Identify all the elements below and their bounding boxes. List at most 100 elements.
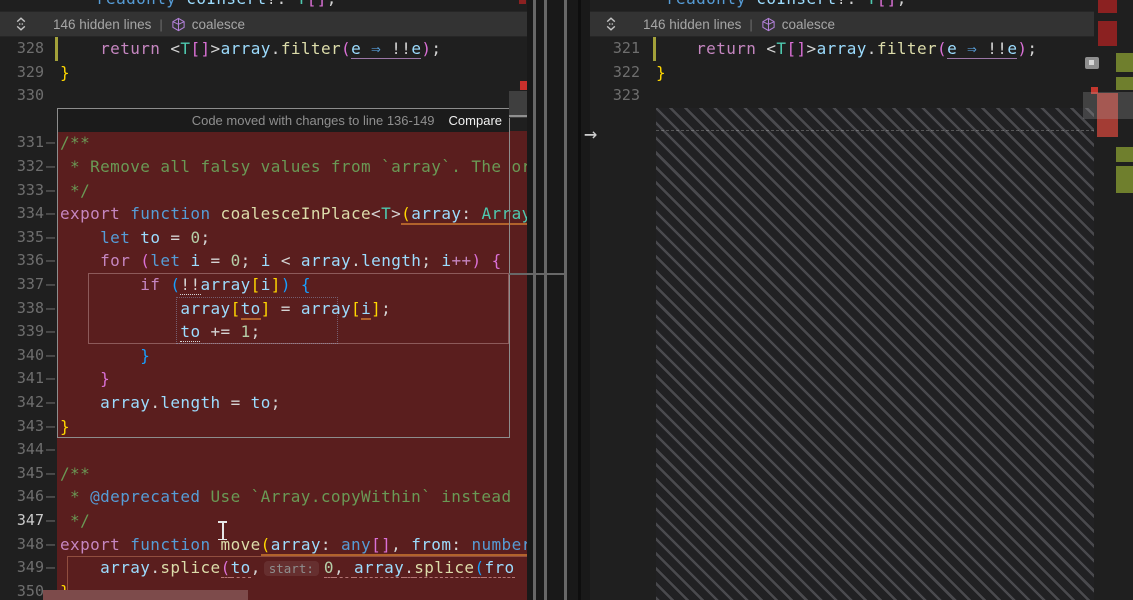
overview-red-block: [1098, 21, 1117, 46]
code-token: array: [817, 39, 867, 58]
line-number: 328: [0, 37, 44, 61]
clipped-token: ;: [897, 0, 907, 8]
overview-red-marker-top: [519, 0, 526, 4]
clipped-code-line: readonly coInsert?: T[];: [96, 0, 516, 11]
clipped-token: readonly: [96, 0, 186, 8]
code-token: [957, 39, 967, 59]
scrollbar-light-mark: [509, 115, 527, 117]
line-number: 350: [0, 580, 44, 600]
hidden-lines-bar[interactable]: 146 hidden lines | coalesce: [590, 11, 1097, 37]
code-line[interactable]: 323: [590, 84, 1133, 108]
code-token: /**: [60, 464, 90, 483]
code-text: /**: [60, 462, 90, 486]
code-token: return: [100, 39, 170, 58]
modified-gutter-marker: [55, 37, 58, 61]
inline-delete-highlight: [43, 590, 248, 600]
code-token: e: [351, 39, 361, 59]
code-line[interactable]: 347– */: [0, 509, 527, 533]
compare-link[interactable]: Compare: [449, 113, 502, 128]
scrollbar-slider[interactable]: [509, 91, 527, 118]
deleted-line-dash: –: [46, 533, 55, 557]
viewport-indicator[interactable]: [1083, 92, 1133, 119]
clipped-token: coInsert: [186, 0, 266, 8]
code-token: ;: [431, 39, 441, 58]
deleted-line-background: [57, 509, 527, 533]
code-token: (: [937, 39, 947, 58]
code-token: []: [786, 39, 806, 58]
line-number: 321: [590, 37, 640, 61]
deleted-line-dash: –: [46, 202, 55, 226]
diff-editor-modified[interactable]: readonly coInsert?: T[]; 146 hidden line…: [590, 0, 1133, 600]
code-token: function: [130, 535, 220, 554]
hidden-lines-label: 146 hidden lines: [643, 17, 741, 32]
code-token: [381, 39, 391, 59]
ruler-handle-icon[interactable]: [1085, 57, 1099, 69]
moved-code-connector-line: [533, 0, 536, 600]
deleted-line-dash: –: [46, 367, 55, 391]
code-token: export: [60, 535, 130, 554]
code-line[interactable]: 344–: [0, 438, 527, 462]
code-token: *: [60, 487, 90, 506]
code-token: from: [411, 535, 451, 556]
line-number: 345: [0, 462, 44, 486]
code-line[interactable]: 329}: [0, 61, 527, 85]
line-number: 336: [0, 249, 44, 273]
moved-change-subbox: [176, 297, 338, 344]
line-number: 333: [0, 179, 44, 203]
code-token: .: [271, 39, 281, 58]
code-token: [977, 39, 987, 59]
line-number: 346: [0, 485, 44, 509]
code-text: return <T[]>array.filter(e ⇒ !!e);: [60, 37, 441, 61]
code-token: []: [190, 39, 210, 58]
unfold-icon[interactable]: [13, 16, 29, 32]
code-token: any: [341, 535, 371, 556]
code-token: array: [221, 39, 271, 58]
line-number: 335: [0, 226, 44, 250]
code-line[interactable]: 330: [0, 84, 527, 108]
code-token: !!: [391, 39, 411, 59]
code-line[interactable]: 346– * @deprecated Use `Array.copyWithin…: [0, 485, 527, 509]
code-token: >: [807, 39, 817, 58]
code-line[interactable]: 348–export function move(array: any[], f…: [0, 533, 527, 557]
moved-code-connector-line: [564, 0, 567, 600]
overview-ruler[interactable]: [1094, 0, 1133, 600]
diff-editor-original[interactable]: readonly coInsert?: T[]; 146 hidden line…: [0, 0, 527, 600]
line-number: 334: [0, 202, 44, 226]
hidden-lines-bar[interactable]: 146 hidden lines | coalesce: [0, 11, 527, 37]
separator: |: [749, 17, 752, 32]
code-line[interactable]: 328 return <T[]>array.filter(e ⇒ !!e);: [0, 37, 527, 61]
deleted-line-dash: –: [46, 179, 55, 203]
code-line[interactable]: 322}: [590, 61, 1133, 85]
code-token: }: [656, 63, 666, 82]
line-number: 347: [0, 509, 44, 533]
clipped-token: []: [307, 0, 327, 8]
code-token: ): [421, 39, 431, 58]
clipped-token: ?:: [267, 0, 297, 8]
code-token: <: [766, 39, 776, 58]
code-line[interactable]: 321 return <T[]>array.filter(e ⇒ !!e);: [590, 37, 1133, 61]
deleted-line-dash: –: [46, 438, 55, 462]
code-token: (: [341, 39, 351, 58]
deleted-line-dash: –: [46, 320, 55, 344]
deleted-line-dash: –: [46, 485, 55, 509]
code-token: T: [180, 39, 190, 58]
deleted-line-dash: –: [46, 344, 55, 368]
unfold-icon[interactable]: [603, 16, 619, 32]
line-number: 332: [0, 155, 44, 179]
overview-green-block: [1116, 166, 1133, 193]
symbol-name: coalesce: [192, 17, 245, 32]
deleted-line-dash: –: [46, 249, 55, 273]
code-token: :: [451, 535, 471, 556]
overview-red-marker: [520, 81, 527, 90]
hidden-lines-label: 146 hidden lines: [53, 17, 151, 32]
deleted-line-dash: –: [46, 273, 55, 297]
overview-green-block: [1116, 147, 1133, 162]
code-line[interactable]: 345–/**: [0, 462, 527, 486]
deleted-line-dash: –: [46, 155, 55, 179]
code-token: filter: [281, 39, 341, 58]
modified-gutter-marker: [653, 37, 656, 61]
overview-red-block: [1098, 0, 1117, 13]
code-token: Use `Array.copyWithin` instead: [200, 487, 511, 506]
code-token: <: [170, 39, 180, 58]
line-number: 330: [0, 84, 44, 108]
